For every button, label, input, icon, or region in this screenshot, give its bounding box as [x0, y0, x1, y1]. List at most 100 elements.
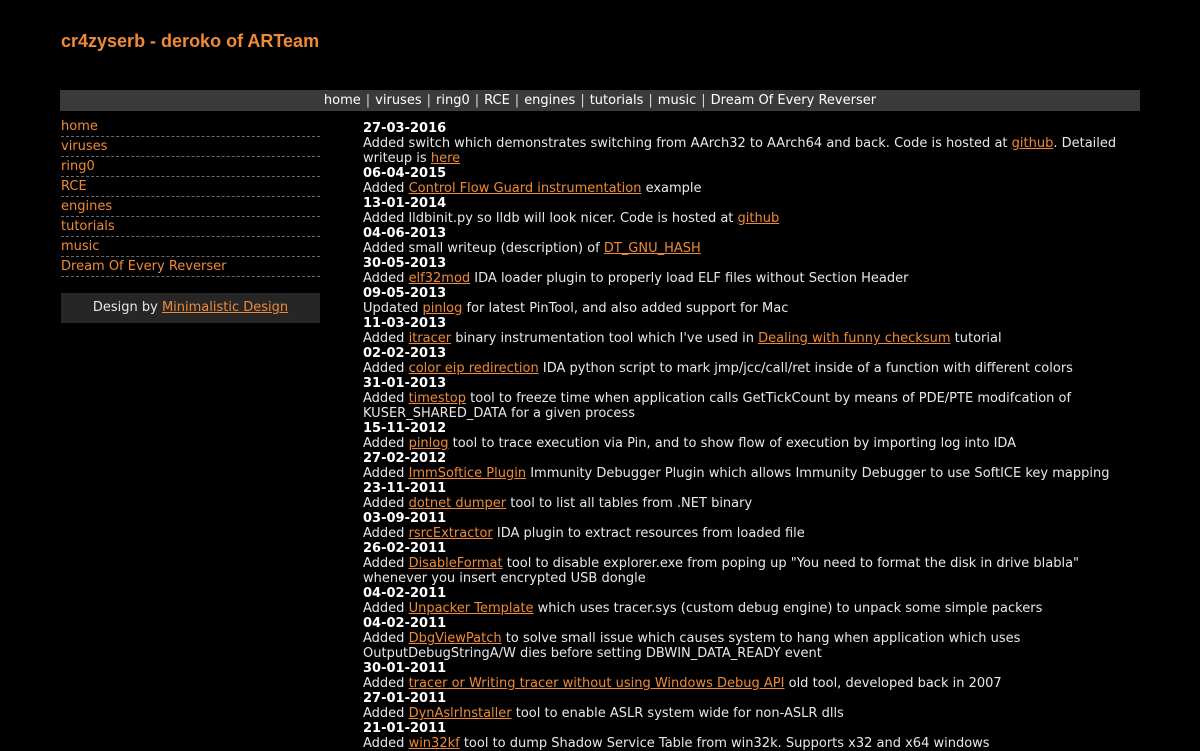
- sidebar-link-rce[interactable]: RCE: [61, 179, 87, 194]
- news-link[interactable]: pinlog: [409, 436, 449, 451]
- news-text: tool to enable ASLR system wide for non-…: [511, 706, 844, 721]
- news-link[interactable]: here: [431, 151, 460, 166]
- news-link[interactable]: pinlog: [422, 301, 462, 316]
- news-text: Added: [363, 526, 409, 541]
- sidebar-link-music[interactable]: music: [61, 239, 99, 254]
- news-text: IDA python script to mark jmp/jcc/call/r…: [538, 361, 1073, 376]
- news-text: Added: [363, 556, 409, 571]
- nav-separator: |: [648, 93, 653, 108]
- news-link[interactable]: rsrcExtractor: [409, 526, 493, 541]
- news-description: Added DisableFormat tool to disable expl…: [363, 556, 1141, 586]
- news-link[interactable]: dotnet dumper: [409, 496, 507, 511]
- news-description: Added rsrcExtractor IDA plugin to extrac…: [363, 526, 1141, 541]
- news-description: Added elf32mod IDA loader plugin to prop…: [363, 271, 1141, 286]
- news-date: 27-02-2012: [363, 451, 447, 466]
- nav-separator: |: [365, 93, 371, 108]
- news-description: Added small writeup (description) of DT_…: [363, 241, 1141, 256]
- news-text: tool to freeze time when application cal…: [363, 391, 1072, 421]
- news-link[interactable]: DynAslrInstaller: [409, 706, 512, 721]
- news-description: Added DynAslrInstaller tool to enable AS…: [363, 706, 1141, 721]
- nav-link-music[interactable]: music: [658, 93, 696, 108]
- sidebar-item-rce: RCE: [61, 178, 320, 197]
- news-date: 27-01-2011: [363, 691, 447, 706]
- news-link[interactable]: ImmSoftice Plugin: [409, 466, 527, 481]
- sidebar-link-engines[interactable]: engines: [61, 199, 112, 214]
- news-link[interactable]: github: [1012, 136, 1054, 151]
- nav-link-dream-of-every-reverser[interactable]: Dream Of Every Reverser: [711, 93, 876, 108]
- news-link[interactable]: github: [738, 211, 780, 226]
- news-text: for latest PinTool, and also added suppo…: [462, 301, 789, 316]
- sidebar-item-viruses: viruses: [61, 138, 320, 157]
- news-text: Added: [363, 331, 409, 346]
- news-text: old tool, developed back in 2007: [784, 676, 1002, 691]
- news-text: Added: [363, 181, 409, 196]
- news-link[interactable]: tracer or Writing tracer without using W…: [409, 676, 785, 691]
- news-link[interactable]: DisableFormat: [409, 556, 503, 571]
- news-date: 31-01-2013: [363, 376, 447, 391]
- nav-link-engines[interactable]: engines: [524, 93, 575, 108]
- news-list: 27-03-2016 Added switch which demonstrate…: [363, 121, 1141, 751]
- news-link[interactable]: Control Flow Guard instrumentation: [409, 181, 642, 196]
- news-link[interactable]: DbgViewPatch: [409, 631, 502, 646]
- news-date: 21-01-2011: [363, 721, 447, 736]
- news-link[interactable]: DT_GNU_HASH: [604, 241, 701, 256]
- nav-link-ring0[interactable]: ring0: [436, 93, 470, 108]
- news-text: Added: [363, 361, 409, 376]
- nav-separator: |: [426, 93, 431, 108]
- news-date: 30-05-2013: [363, 256, 447, 271]
- news-link[interactable]: Dealing with funny checksum: [758, 331, 950, 346]
- sidebar-item-ring0: ring0: [61, 158, 320, 177]
- news-text: Added: [363, 466, 409, 481]
- news-link[interactable]: color eip redirection: [409, 361, 539, 376]
- news-text: tool to list all tables from .NET binary: [506, 496, 753, 511]
- news-link[interactable]: timestop: [409, 391, 466, 406]
- sidebar-link-home[interactable]: home: [61, 119, 98, 134]
- news-description: Added Unpacker Template which uses trace…: [363, 601, 1141, 616]
- news-text: Added: [363, 391, 409, 406]
- news-link[interactable]: Unpacker Template: [409, 601, 534, 616]
- sidebar-link-viruses[interactable]: viruses: [61, 139, 107, 154]
- news-text: IDA loader plugin to properly load ELF f…: [470, 271, 909, 286]
- news-description: Added Control Flow Guard instrumentation…: [363, 181, 1141, 196]
- news-date: 09-05-2013: [363, 286, 447, 301]
- news-description: Added pinlog tool to trace execution via…: [363, 436, 1141, 451]
- nav-link-home[interactable]: home: [324, 93, 361, 108]
- news-date: 06-04-2015: [363, 166, 447, 181]
- news-text: Updated: [363, 301, 423, 316]
- news-text: Immunity Debugger Plugin which allows Im…: [526, 466, 1110, 481]
- news-link[interactable]: itracer: [409, 331, 452, 346]
- news-text: tool to dump Shadow Service Table from w…: [459, 736, 990, 751]
- sidebar-link-ring0[interactable]: ring0: [61, 159, 95, 174]
- nav-link-viruses[interactable]: viruses: [375, 93, 421, 108]
- news-link[interactable]: elf32mod: [409, 271, 471, 286]
- news-description: Added dotnet dumper tool to list all tab…: [363, 496, 1141, 511]
- news-description: Added switch which demonstrates switchin…: [363, 136, 1141, 166]
- sidebar-link-tutorials[interactable]: tutorials: [61, 219, 115, 234]
- news-text: Added: [363, 496, 409, 511]
- news-text: Added lldbinit.py so lldb will look nice…: [363, 211, 738, 226]
- nav-separator: |: [701, 93, 706, 108]
- news-date: 23-11-2011: [363, 481, 447, 496]
- news-text: Added: [363, 736, 409, 751]
- news-text: which uses tracer.sys (custom debug engi…: [533, 601, 1043, 616]
- news-date: 27-03-2016: [363, 121, 447, 136]
- news-description: Added DbgViewPatch to solve small issue …: [363, 631, 1141, 661]
- news-link[interactable]: win32kf: [409, 736, 460, 751]
- news-text: Added small writeup (description) of: [363, 241, 604, 256]
- nav-link-tutorials[interactable]: tutorials: [590, 93, 644, 108]
- news-date: 11-03-2013: [363, 316, 447, 331]
- sidebar-link-dream-of-every-reverser[interactable]: Dream Of Every Reverser: [61, 259, 226, 274]
- sidebar-menu: home viruses ring0 RCE engines tutorials music…: [61, 118, 320, 277]
- sidebar-item-tutorials: tutorials: [61, 218, 320, 237]
- nav-link-rce[interactable]: RCE: [484, 93, 510, 108]
- news-date: 03-09-2011: [363, 511, 447, 526]
- nav-separator: |: [514, 93, 520, 108]
- design-credit-link[interactable]: Minimalistic Design: [162, 300, 288, 315]
- news-text: Added: [363, 601, 409, 616]
- news-description: Updated pinlog for latest PinTool, and a…: [363, 301, 1141, 316]
- news-description: Added timestop tool to freeze time when …: [363, 391, 1141, 421]
- top-navigation: home | viruses | ring0 | RCE | engines | tutorials…: [60, 90, 1140, 111]
- design-credit: Design by Minimalistic Design: [61, 293, 320, 323]
- sidebar-item-engines: engines: [61, 198, 320, 217]
- news-description: Added ImmSoftice Plugin Immunity Debugge…: [363, 466, 1141, 481]
